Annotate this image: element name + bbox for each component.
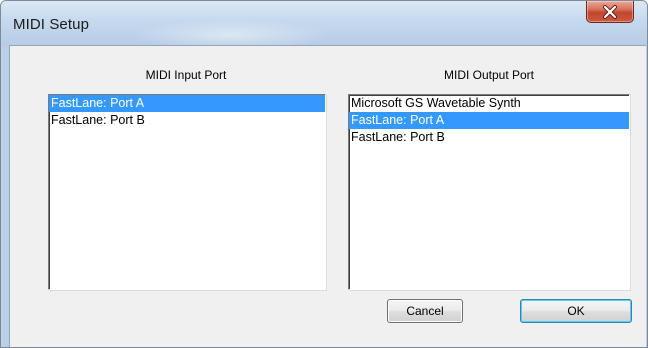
output-port-item-ms-gs-synth[interactable]: Microsoft GS Wavetable Synth bbox=[349, 95, 629, 112]
output-port-item-fastlane-a[interactable]: FastLane: Port A bbox=[349, 112, 629, 129]
midi-output-port-label: MIDI Output Port bbox=[443, 68, 535, 82]
input-port-item-fastlane-b[interactable]: FastLane: Port B bbox=[49, 112, 325, 129]
ok-button[interactable]: OK bbox=[520, 299, 632, 323]
close-button[interactable] bbox=[586, 1, 634, 23]
midi-input-port-list[interactable]: FastLane: Port A FastLane: Port B bbox=[48, 94, 326, 290]
title-bar[interactable]: MIDI Setup bbox=[1, 1, 647, 45]
midi-setup-dialog: MIDI Setup MIDI Input Port MIDI Output P… bbox=[0, 0, 648, 348]
window-title: MIDI Setup bbox=[13, 16, 90, 33]
input-port-item-fastlane-a[interactable]: FastLane: Port A bbox=[49, 95, 325, 112]
output-port-item-fastlane-b[interactable]: FastLane: Port B bbox=[349, 129, 629, 146]
cancel-button[interactable]: Cancel bbox=[387, 299, 463, 323]
midi-input-port-label: MIDI Input Port bbox=[145, 68, 227, 82]
dialog-client-area: MIDI Input Port MIDI Output Port FastLan… bbox=[9, 45, 646, 347]
midi-output-port-list[interactable]: Microsoft GS Wavetable Synth FastLane: P… bbox=[348, 94, 630, 290]
close-icon bbox=[603, 5, 617, 19]
